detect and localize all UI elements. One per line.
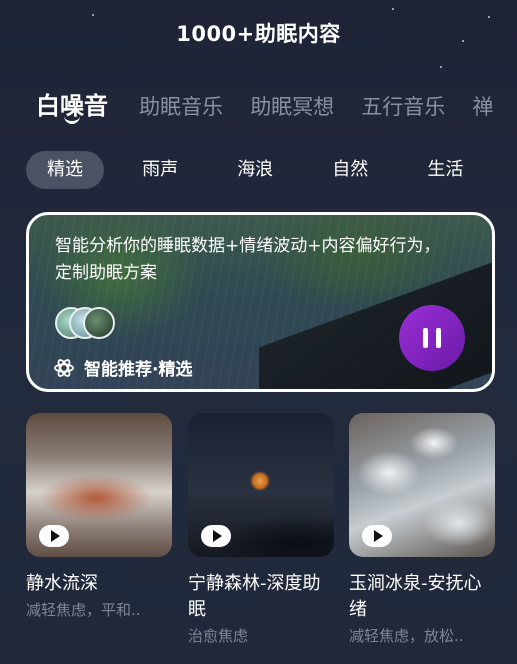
chip-life[interactable]: 生活: [406, 151, 484, 189]
content-card[interactable]: 宁静森林-深度助眠 治愈焦虑: [188, 413, 334, 646]
tab-white-noise[interactable]: 白噪音: [36, 86, 108, 124]
banner-description: 智能分析你的睡眠数据+情绪波动+内容偏好行为，定制助眠方案: [55, 236, 441, 283]
subcategory-chips: 精选 雨声 海浪 自然 生活: [26, 151, 496, 189]
tab-label: 助眠音乐: [139, 95, 224, 119]
card-subtitle: 减轻焦虑，平和..: [26, 601, 141, 619]
chip-rain[interactable]: 雨声: [121, 151, 199, 189]
card-subtitle: 治愈焦虑: [188, 627, 249, 645]
atom-icon: [54, 358, 74, 377]
banner-tag-label: 智能推荐·精选: [84, 360, 193, 380]
card-thumbnail: [188, 413, 334, 557]
play-icon: [212, 530, 222, 542]
play-icon: [50, 530, 60, 542]
card-thumbnail: [349, 413, 495, 557]
tab-sleep-music[interactable]: 助眠音乐: [139, 91, 223, 121]
chip-nature[interactable]: 自然: [311, 151, 389, 189]
content-card[interactable]: 静水流深 减轻焦虑，平和..: [26, 413, 172, 620]
tab-label: 五行音乐: [361, 95, 446, 119]
content-card[interactable]: 玉涧冰泉-安抚心绪 减轻焦虑，放松..: [349, 413, 495, 646]
card-title: 玉涧冰泉-安抚心绪: [349, 573, 482, 620]
card-title: 宁静森林-深度助眠: [188, 573, 321, 620]
play-button[interactable]: [39, 525, 69, 547]
pause-button[interactable]: [399, 305, 465, 371]
avatar: [83, 307, 115, 339]
smart-recommendation-banner[interactable]: 智能分析你的睡眠数据+情绪波动+内容偏好行为，定制助眠方案 智能推荐·精选: [26, 212, 495, 392]
banner-tag: 智能推荐·精选: [53, 355, 192, 380]
tab-sleep-meditation[interactable]: 助眠冥想: [250, 91, 334, 121]
tab-label: 助眠冥想: [250, 95, 335, 119]
tab-zen[interactable]: 禅: [472, 91, 493, 121]
tab-active-indicator: [64, 116, 80, 124]
card-thumbnail: [26, 413, 172, 557]
play-icon: [373, 530, 383, 542]
play-button[interactable]: [201, 525, 231, 547]
chip-featured[interactable]: 精选: [26, 151, 104, 189]
page-title: 1000+助眠内容: [176, 22, 341, 46]
tab-label: 禅: [472, 95, 494, 119]
play-button[interactable]: [362, 525, 392, 547]
card-subtitle: 减轻焦虑，放松..: [349, 627, 464, 645]
category-tabs: 白噪音 助眠音乐 助眠冥想 五行音乐 禅: [36, 86, 515, 124]
chip-waves[interactable]: 海浪: [216, 151, 294, 189]
tab-five-elements-music[interactable]: 五行音乐: [361, 91, 445, 121]
pause-icon: [419, 328, 445, 348]
sleep-content-page: 1000+助眠内容 白噪音 助眠音乐 助眠冥想 五行音乐 禅 精选 雨声 海浪 …: [0, 0, 517, 664]
card-title: 静水流深: [26, 573, 98, 594]
